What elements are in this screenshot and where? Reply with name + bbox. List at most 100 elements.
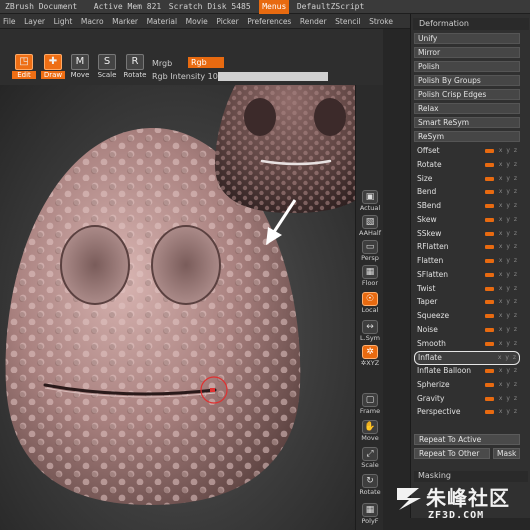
draw-button[interactable]: ✚ Draw <box>41 54 65 82</box>
slider-track[interactable] <box>464 314 502 318</box>
slider-knob[interactable] <box>484 272 494 277</box>
repeat-to-active-button[interactable]: Repeat To Active <box>414 434 520 445</box>
slider-rotate[interactable]: Rotate x y z <box>414 159 520 171</box>
slider-track[interactable] <box>464 190 502 195</box>
slider-inflate[interactable]: Inflate x y z <box>414 351 520 366</box>
slider-track[interactable] <box>464 300 502 305</box>
axis-toggles[interactable]: x y z <box>499 241 518 252</box>
axis-toggles[interactable]: x y z <box>499 283 518 294</box>
persp-button[interactable]: ▭ Persp <box>358 240 382 264</box>
slider-knob[interactable] <box>484 176 494 181</box>
slider-track[interactable] <box>464 286 502 291</box>
axis-toggles[interactable]: x y z <box>499 324 518 335</box>
relax-button[interactable]: Relax <box>414 103 520 114</box>
axis-toggles[interactable]: x y z <box>499 186 518 197</box>
slider-track[interactable] <box>464 204 502 208</box>
slider-track[interactable] <box>464 327 502 332</box>
slider-track[interactable] <box>464 369 502 373</box>
menu-stencil[interactable]: Stencil <box>332 14 363 28</box>
slider-knob[interactable] <box>484 190 494 195</box>
slider-skew[interactable]: Skew x y z <box>414 214 520 226</box>
axis-toggles[interactable]: x y z <box>499 200 518 211</box>
slider-track[interactable] <box>464 245 502 250</box>
resym-button[interactable]: ReSym <box>414 131 520 142</box>
slider-track[interactable] <box>464 176 502 181</box>
local-button[interactable]: ☉ Local <box>358 292 382 316</box>
menu-movie[interactable]: Movie <box>183 14 211 28</box>
menu-marker[interactable]: Marker <box>109 14 141 28</box>
axis-toggles[interactable]: x y z <box>499 269 518 280</box>
polish-by-groups-button[interactable]: Polish By Groups <box>414 75 520 86</box>
slider-gravity[interactable]: Gravity x y z <box>414 393 520 405</box>
slider-track[interactable] <box>464 272 502 277</box>
default-zscript[interactable]: DefaultZScript <box>297 0 364 14</box>
aahalf-button[interactable]: ▧ AAHalf <box>358 215 382 239</box>
slider-knob[interactable] <box>484 259 494 263</box>
move-view-button[interactable]: ✋ Move <box>358 420 382 444</box>
slider-bend[interactable]: Bend x y z <box>414 186 520 198</box>
slider-knob[interactable] <box>484 314 494 318</box>
slider-rflatten[interactable]: RFlatten x y z <box>414 241 520 253</box>
actual-button[interactable]: ▣ Actual <box>358 190 382 214</box>
slider-knob[interactable] <box>484 396 494 401</box>
slider-squeeze[interactable]: Squeeze x y z <box>414 310 520 322</box>
axis-toggles[interactable]: x y z <box>499 228 518 239</box>
floor-button[interactable]: ▦ Floor <box>358 265 382 289</box>
slider-smooth[interactable]: Smooth x y z <box>414 338 520 350</box>
axis-toggles[interactable]: x y z <box>499 406 518 417</box>
axis-toggles[interactable]: x y z <box>499 159 518 170</box>
menu-render[interactable]: Render <box>297 14 330 28</box>
mrgb-button[interactable]: Mrgb <box>152 59 172 68</box>
polish-crisp-edges-button[interactable]: Polish Crisp Edges <box>414 89 520 100</box>
menu-picker[interactable]: Picker <box>213 14 241 28</box>
lsym-button[interactable]: ↔ L.Sym <box>358 320 382 344</box>
smart-resym-button[interactable]: Smart ReSym <box>414 117 520 128</box>
slider-knob[interactable] <box>484 149 494 153</box>
slider-knob[interactable] <box>484 327 494 332</box>
slider-sskew[interactable]: SSkew x y z <box>414 228 520 240</box>
slider-offset[interactable]: Offset x y z <box>414 145 520 157</box>
menu-preferences[interactable]: Preferences <box>244 14 294 28</box>
rgb-intensity-slider[interactable] <box>218 72 328 81</box>
slider-size[interactable]: Size x y z <box>414 173 520 185</box>
menu-light[interactable]: Light <box>51 14 76 28</box>
rotate-view-button[interactable]: ↻ Rotate <box>358 474 382 498</box>
slider-track[interactable] <box>464 217 502 222</box>
slider-knob[interactable] <box>484 341 494 346</box>
menu-layer[interactable]: Layer <box>21 14 48 28</box>
slider-track[interactable] <box>464 396 502 401</box>
slider-spherize[interactable]: Spherize x y z <box>414 379 520 391</box>
slider-track[interactable] <box>464 162 502 167</box>
slider-knob[interactable] <box>484 286 494 291</box>
menu-stroke[interactable]: Stroke <box>366 14 396 28</box>
slider-track[interactable] <box>464 259 502 263</box>
slider-taper[interactable]: Taper x y z <box>414 296 520 308</box>
menus-button[interactable]: Menus <box>259 0 290 14</box>
move-button[interactable]: M Move <box>68 54 92 82</box>
slider-knob[interactable] <box>484 410 494 415</box>
mask-button[interactable]: Mask <box>493 448 520 459</box>
slider-perspective[interactable]: Perspective x y z <box>414 406 520 418</box>
panel-title[interactable]: Deformation <box>413 18 529 30</box>
axis-toggles[interactable]: x y z <box>499 338 518 349</box>
slider-flatten[interactable]: Flatten x y z <box>414 255 520 267</box>
menu-material[interactable]: Material <box>144 14 180 28</box>
slider-track[interactable] <box>464 341 502 346</box>
menu-macro[interactable]: Macro <box>78 14 107 28</box>
mirror-button[interactable]: Mirror <box>414 47 520 58</box>
rgb-button[interactable]: Rgb <box>188 57 224 68</box>
slider-sflatten[interactable]: SFlatten x y z <box>414 269 520 281</box>
axis-toggles[interactable]: x y z <box>499 393 518 404</box>
slider-knob[interactable] <box>484 300 494 305</box>
slider-knob[interactable] <box>484 204 494 208</box>
slider-knob[interactable] <box>484 217 494 222</box>
rotate-button[interactable]: R Rotate <box>123 54 147 82</box>
axis-toggles[interactable]: x y z <box>499 365 518 376</box>
axis-toggles[interactable]: x y z <box>499 296 518 307</box>
polish-button[interactable]: Polish <box>414 61 520 72</box>
polyf-button[interactable]: ▦ PolyF <box>358 503 382 527</box>
xyz-button[interactable]: ✲ ✲XYZ <box>358 345 382 369</box>
slider-track[interactable] <box>464 149 502 153</box>
slider-knob[interactable] <box>484 382 494 387</box>
repeat-to-other-button[interactable]: Repeat To Other <box>414 448 490 459</box>
